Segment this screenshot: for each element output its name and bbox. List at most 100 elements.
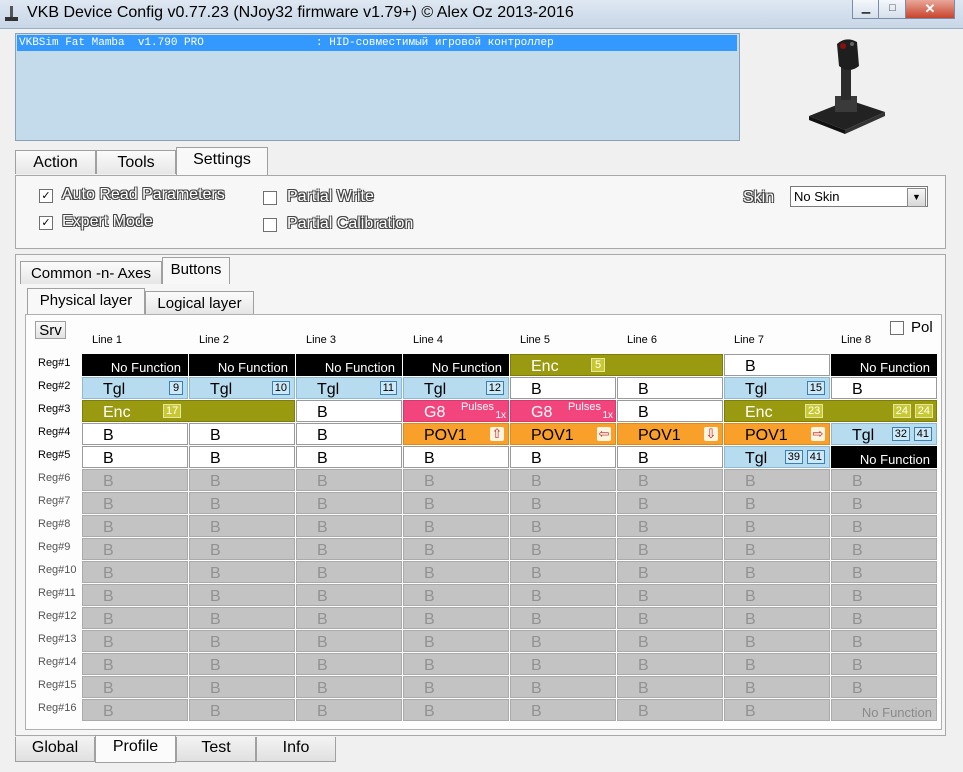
button-cell[interactable]: B	[617, 538, 723, 560]
button-cell[interactable]: B	[403, 584, 509, 606]
chevron-down-icon[interactable]: ▼	[907, 188, 926, 207]
button-cell[interactable]: B	[403, 676, 509, 698]
button-cell[interactable]: No Function	[831, 354, 937, 376]
button-cell[interactable]: B	[724, 354, 830, 376]
button-cell[interactable]: B	[831, 630, 937, 652]
maximize-button[interactable]: □	[878, 0, 907, 19]
button-cell[interactable]: B	[617, 469, 723, 491]
tab-common-axes[interactable]: Common -n- Axes	[20, 261, 162, 284]
button-cell[interactable]: B	[403, 699, 509, 721]
button-cell[interactable]: B	[510, 607, 616, 629]
button-cell[interactable]: B	[617, 377, 723, 399]
button-cell[interactable]: B	[510, 561, 616, 583]
button-cell[interactable]: B	[296, 607, 402, 629]
button-cell[interactable]: B	[403, 446, 509, 468]
device-row-selected[interactable]: VKBSim Fat Mamba v1.790 PRO : HID-совмес…	[17, 35, 737, 51]
button-cell[interactable]: B	[831, 538, 937, 560]
button-cell[interactable]: B	[82, 630, 188, 652]
button-cell[interactable]: Tgl 41 39	[724, 446, 830, 468]
button-cell[interactable]: B	[189, 492, 295, 514]
button-cell[interactable]: B	[296, 676, 402, 698]
button-cell[interactable]: B	[510, 492, 616, 514]
button-cell[interactable]: No Function	[831, 699, 937, 721]
button-cell[interactable]: POV1 ⇦	[510, 423, 616, 445]
button-cell[interactable]: B	[296, 492, 402, 514]
button-cell[interactable]: B	[82, 423, 188, 445]
minimize-button[interactable]: ▁	[852, 0, 880, 19]
button-cell[interactable]: B	[617, 607, 723, 629]
button-cell[interactable]: B	[296, 423, 402, 445]
button-cell[interactable]: B	[82, 561, 188, 583]
button-cell[interactable]: B	[296, 400, 402, 422]
button-cell[interactable]: Tgl 10	[189, 377, 295, 399]
button-cell[interactable]: B	[617, 699, 723, 721]
button-cell[interactable]: B	[617, 653, 723, 675]
tab-settings[interactable]: Settings	[176, 147, 268, 175]
button-cell[interactable]: Tgl 9	[82, 377, 188, 399]
tab-physical-layer[interactable]: Physical layer	[27, 288, 145, 315]
button-cell[interactable]: B	[617, 400, 723, 422]
button-cell[interactable]: B	[189, 699, 295, 721]
button-cell[interactable]: POV1 ⇧	[403, 423, 509, 445]
button-cell[interactable]: B	[831, 584, 937, 606]
button-cell[interactable]: B	[510, 515, 616, 537]
button-cell[interactable]: Tgl 12	[403, 377, 509, 399]
button-cell[interactable]: Enc 17	[82, 400, 295, 422]
button-cell[interactable]: B	[403, 607, 509, 629]
tab-tools[interactable]: Tools	[96, 150, 176, 174]
button-cell[interactable]: Tgl 41 32	[831, 423, 937, 445]
button-cell[interactable]: Enc 23 24 24	[724, 400, 937, 422]
button-cell[interactable]: B	[82, 653, 188, 675]
close-button[interactable]: ✕	[905, 0, 955, 19]
button-cell[interactable]: B	[831, 469, 937, 491]
button-cell[interactable]: B	[724, 676, 830, 698]
button-cell[interactable]: B	[831, 653, 937, 675]
auto-read-checkbox[interactable]: ✓	[39, 189, 53, 203]
tab-global[interactable]: Global	[15, 737, 95, 762]
button-cell[interactable]: B	[296, 561, 402, 583]
button-cell[interactable]: B	[831, 607, 937, 629]
button-cell[interactable]: B	[296, 515, 402, 537]
button-cell[interactable]: B	[189, 469, 295, 491]
button-cell[interactable]: B	[189, 423, 295, 445]
button-cell[interactable]: B	[403, 538, 509, 560]
button-cell[interactable]: B	[82, 492, 188, 514]
button-cell[interactable]: B	[831, 561, 937, 583]
button-cell[interactable]: B	[403, 469, 509, 491]
button-cell[interactable]: B	[831, 377, 937, 399]
button-cell[interactable]: B	[510, 584, 616, 606]
button-cell[interactable]: B	[403, 630, 509, 652]
button-cell[interactable]: B	[724, 538, 830, 560]
button-cell[interactable]: B	[189, 538, 295, 560]
tab-profile[interactable]: Profile	[95, 735, 176, 763]
button-cell[interactable]: B	[296, 699, 402, 721]
tab-action[interactable]: Action	[15, 150, 96, 174]
button-cell[interactable]: B	[82, 469, 188, 491]
button-cell[interactable]: B	[189, 561, 295, 583]
button-cell[interactable]: B	[831, 492, 937, 514]
button-cell[interactable]: B	[296, 653, 402, 675]
button-cell[interactable]: No Function	[296, 354, 402, 376]
button-cell[interactable]: B	[724, 469, 830, 491]
button-cell[interactable]: B	[189, 515, 295, 537]
button-cell[interactable]: B	[724, 584, 830, 606]
tab-test[interactable]: Test	[176, 737, 256, 762]
button-cell[interactable]: G8 Pulses 1x	[403, 400, 509, 422]
button-cell[interactable]: B	[724, 699, 830, 721]
button-cell[interactable]: B	[189, 607, 295, 629]
button-cell[interactable]: Tgl 11	[296, 377, 402, 399]
partial-calibration-checkbox[interactable]	[263, 218, 277, 232]
button-cell[interactable]: G8 Pulses 1x	[510, 400, 616, 422]
button-cell[interactable]: B	[403, 653, 509, 675]
button-cell[interactable]: B	[510, 653, 616, 675]
button-cell[interactable]: B	[617, 630, 723, 652]
button-cell[interactable]: B	[296, 630, 402, 652]
button-cell[interactable]: B	[724, 653, 830, 675]
button-cell[interactable]: B	[510, 630, 616, 652]
button-cell[interactable]: B	[724, 492, 830, 514]
button-cell[interactable]: B	[403, 492, 509, 514]
button-cell[interactable]: No Function	[403, 354, 509, 376]
button-cell[interactable]: B	[82, 584, 188, 606]
button-cell[interactable]: B	[510, 469, 616, 491]
button-cell[interactable]: No Function	[189, 354, 295, 376]
